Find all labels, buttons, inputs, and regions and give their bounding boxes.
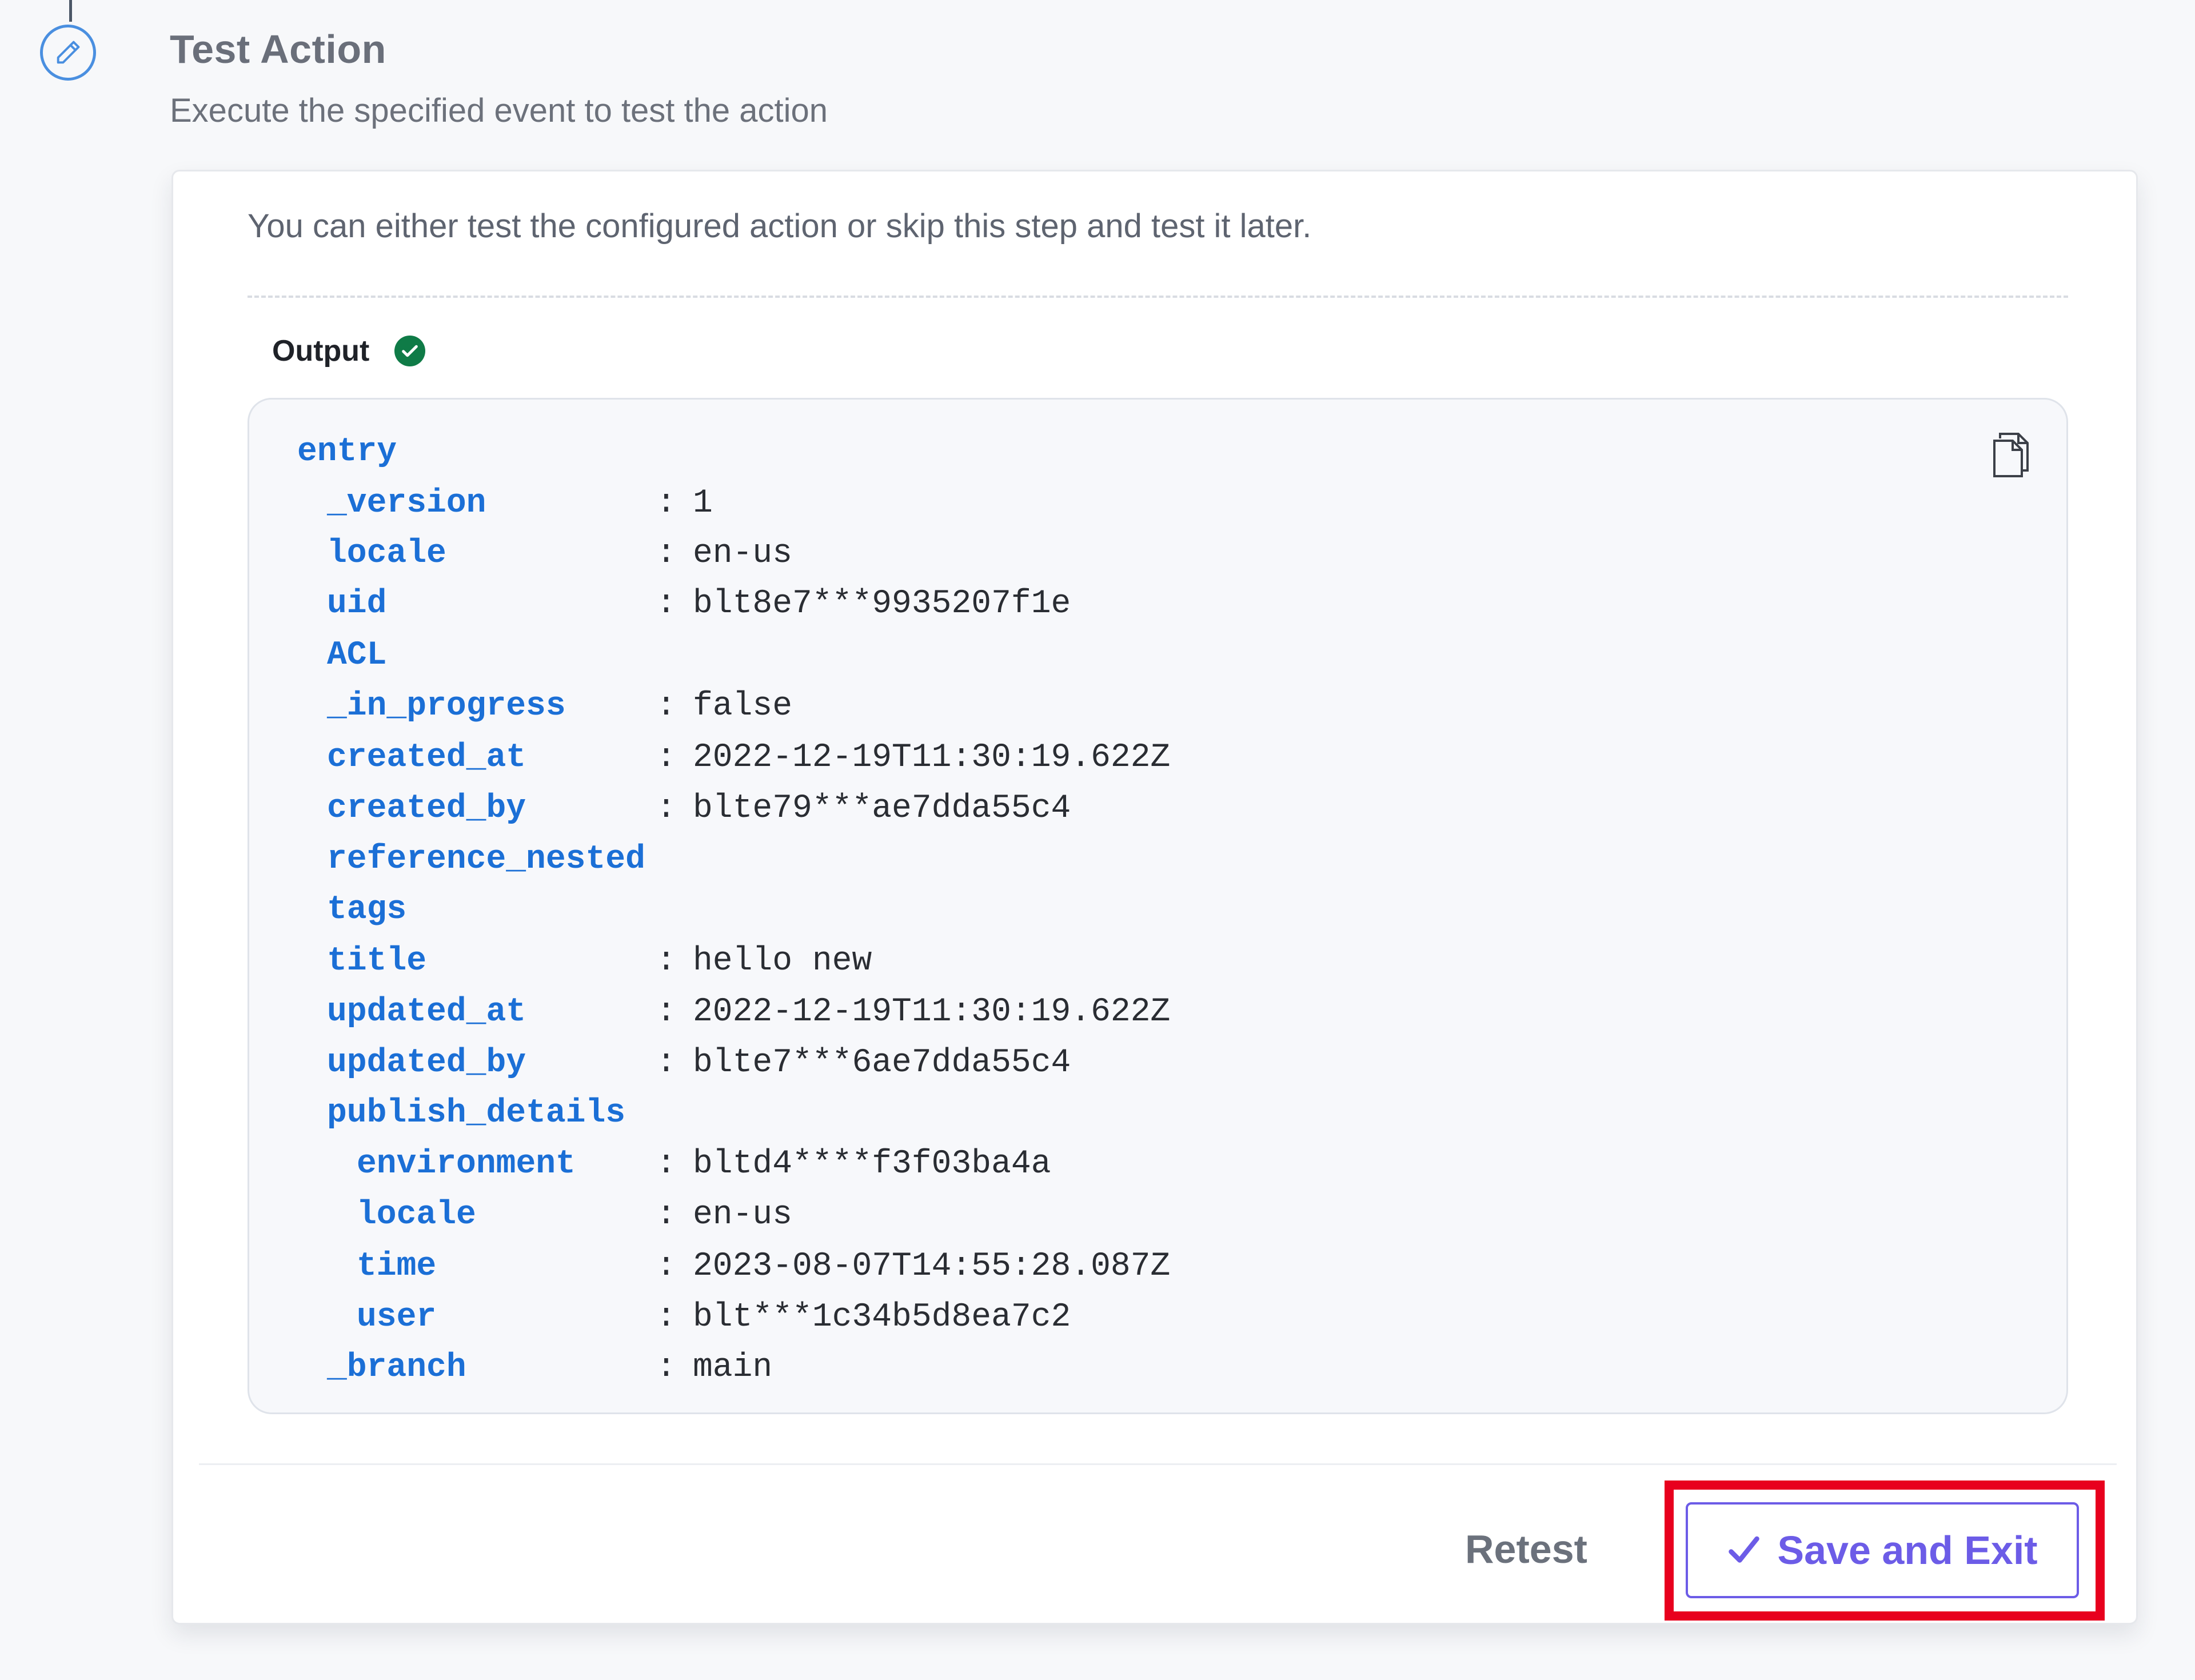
output-value: 2023-08-07T14:55:28.087Z xyxy=(693,1248,1171,1285)
output-key: updated_by xyxy=(327,1044,526,1082)
output-key: _in_progress xyxy=(327,688,566,725)
output-key: uid xyxy=(327,585,387,622)
output-separator: : xyxy=(656,1248,676,1285)
output-key: locale xyxy=(357,1196,476,1234)
output-separator: : xyxy=(656,1044,676,1082)
output-row: locale: en-us xyxy=(249,531,2021,577)
output-key: locale xyxy=(327,535,446,572)
test-action-card: You can either test the configured actio… xyxy=(171,170,2138,1625)
pencil-icon xyxy=(40,25,96,81)
output-key: time xyxy=(357,1248,437,1285)
output-key: user xyxy=(357,1299,437,1336)
success-check-icon xyxy=(394,336,426,366)
output-row: user: blt***1c34b5d8ea7c2 xyxy=(249,1295,2021,1340)
output-key: reference_nested xyxy=(327,841,645,878)
step-connector-line xyxy=(69,0,72,22)
card-intro-text: You can either test the configured actio… xyxy=(248,207,1312,245)
output-separator: : xyxy=(656,485,676,522)
output-key: _version xyxy=(327,485,486,522)
output-key: created_by xyxy=(327,790,526,827)
output-label: Output xyxy=(272,334,370,368)
output-row: title: hello new xyxy=(249,939,2021,984)
save-and-exit-label: Save and Exit xyxy=(1777,1528,2038,1573)
dashed-divider xyxy=(248,296,2068,298)
output-key: environment xyxy=(357,1146,576,1183)
retest-button[interactable]: Retest xyxy=(1465,1521,1587,1578)
output-key: updated_at xyxy=(327,993,526,1031)
output-key: tags xyxy=(327,891,407,928)
output-value: blt***1c34b5d8ea7c2 xyxy=(693,1299,1071,1336)
output-code-block: entry _version:1 locale: en-us uid: blt8e7***… xyxy=(248,398,2068,1414)
output-key: title xyxy=(327,943,427,980)
output-row: publish_details xyxy=(249,1091,2021,1136)
footer-divider xyxy=(199,1463,2117,1465)
output-separator: : xyxy=(656,535,676,572)
output-value: en-us xyxy=(693,535,793,572)
page-title: Test Action xyxy=(170,27,386,71)
output-value: blt8e7***9935207f1e xyxy=(693,585,1071,622)
output-key: ACL xyxy=(327,637,387,674)
output-separator: : xyxy=(656,943,676,980)
output-row: created_at:2022-12-19T11:30:19.622Z xyxy=(249,735,2021,781)
output-separator: : xyxy=(656,1349,676,1386)
page-subtitle: Execute the specified event to test the … xyxy=(170,92,828,129)
output-row: time:2023-08-07T14:55:28.087Z xyxy=(249,1244,2021,1290)
output-separator: : xyxy=(656,688,676,725)
save-and-exit-button[interactable]: Save and Exit xyxy=(1686,1502,2079,1598)
output-row: updated_by: blte7***6ae7dda55c4 xyxy=(249,1040,2021,1086)
output-separator: : xyxy=(656,585,676,622)
output-value: 2022-12-19T11:30:19.622Z xyxy=(693,739,1171,776)
output-row: _in_progress: false xyxy=(249,684,2021,729)
output-heading: Output xyxy=(272,334,426,368)
output-key: publish_details xyxy=(327,1095,626,1132)
output-row: _version:1 xyxy=(249,481,2021,526)
output-separator: : xyxy=(656,1146,676,1183)
output-row: environment: bltd4****f3f03ba4a xyxy=(249,1142,2021,1187)
output-key: _branch xyxy=(327,1349,466,1386)
output-row: tags xyxy=(249,887,2021,933)
output-row: reference_nested xyxy=(249,837,2021,883)
test-action-page: Test Action Execute the specified event … xyxy=(0,0,2195,1680)
output-separator: : xyxy=(656,790,676,827)
output-value: main xyxy=(693,1349,773,1386)
output-separator: : xyxy=(656,1196,676,1234)
output-separator: : xyxy=(656,993,676,1031)
output-separator: : xyxy=(656,739,676,776)
output-value: false xyxy=(693,688,793,725)
output-row: updated_at:2022-12-19T11:30:19.622Z xyxy=(249,989,2021,1035)
output-value: 2022-12-19T11:30:19.622Z xyxy=(693,993,1171,1031)
output-value: bltd4****f3f03ba4a xyxy=(693,1146,1051,1183)
output-value: 1 xyxy=(693,485,713,522)
output-row: entry xyxy=(249,429,2021,475)
output-value: blte79***ae7dda55c4 xyxy=(693,790,1071,827)
output-row: _branch: main xyxy=(249,1345,2021,1391)
output-key: entry xyxy=(297,433,397,470)
output-row: locale: en-us xyxy=(249,1192,2021,1238)
output-key: created_at xyxy=(327,739,526,776)
output-row: ACL xyxy=(249,633,2021,679)
output-row: created_by: blte79***ae7dda55c4 xyxy=(249,786,2021,832)
output-separator: : xyxy=(656,1299,676,1336)
output-value: hello new xyxy=(693,943,872,980)
output-row: uid: blt8e7***9935207f1e xyxy=(249,581,2021,627)
output-value: blte7***6ae7dda55c4 xyxy=(693,1044,1071,1082)
checkmark-icon xyxy=(1729,1536,1760,1563)
output-value: en-us xyxy=(693,1196,793,1234)
